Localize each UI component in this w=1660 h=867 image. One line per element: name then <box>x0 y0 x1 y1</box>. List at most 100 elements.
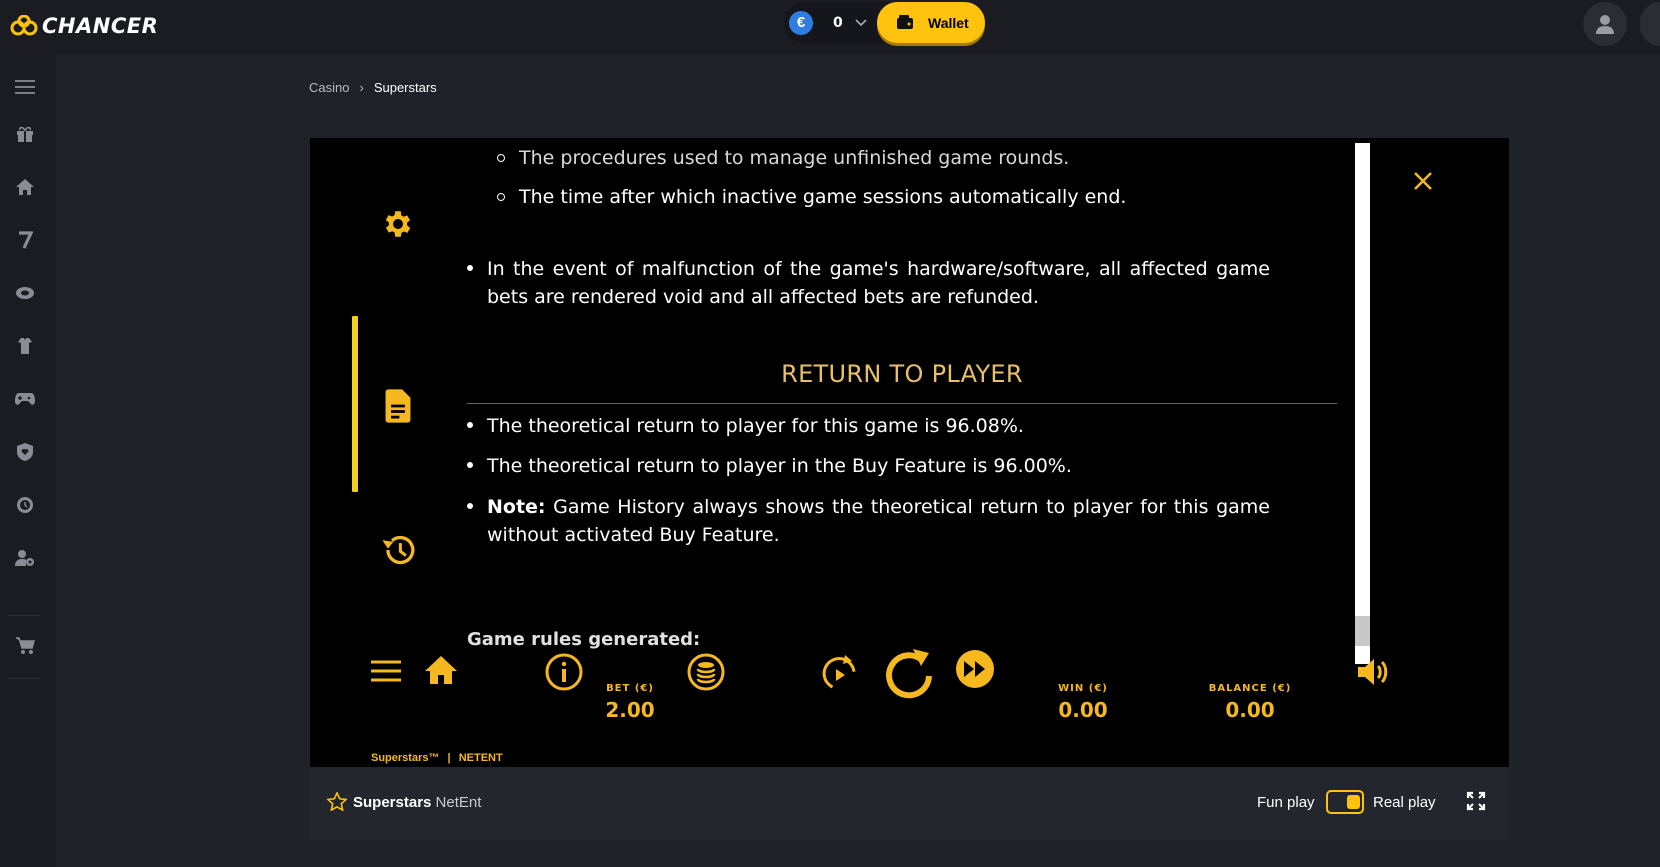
autoplay-button[interactable] <box>821 653 859 698</box>
hamburger-icon <box>371 660 401 682</box>
win-label: WIN (€) <box>1058 683 1108 694</box>
nav-slots[interactable] <box>0 223 50 257</box>
nav-shop[interactable] <box>0 629 50 663</box>
spin-icon <box>886 649 932 699</box>
breadcrumb-current: Superstars <box>373 80 437 95</box>
gear-icon <box>385 211 411 237</box>
nav-menu[interactable] <box>0 70 50 104</box>
play-mode-toggle[interactable] <box>1326 790 1364 814</box>
bet-coins-button[interactable] <box>687 653 725 696</box>
fullscreen-icon <box>1466 791 1486 811</box>
list-item: The time after which inactive game sessi… <box>497 186 1126 208</box>
favorite-button[interactable] <box>326 791 348 816</box>
history-icon <box>382 535 415 565</box>
scrollbar-thumb[interactable] <box>1355 616 1370 646</box>
spin-button[interactable] <box>883 646 935 705</box>
clock-icon <box>17 497 33 513</box>
list-item: In the event of malfunction of the game'… <box>467 255 1270 311</box>
nav-live-casino[interactable] <box>0 276 50 310</box>
nav-sports[interactable] <box>0 329 50 363</box>
wallet-label: Wallet <box>928 14 969 31</box>
settings-tab[interactable] <box>381 207 415 246</box>
game-info-bar: Superstars NetEnt Fun play Real play <box>310 767 1509 840</box>
list-item: The theoretical return to player in the … <box>467 452 1072 480</box>
gamepad-icon <box>15 393 35 405</box>
star-icon <box>326 791 348 812</box>
rules-content[interactable]: The procedures used to manage unfinished… <box>467 138 1337 650</box>
close-icon <box>1414 172 1432 190</box>
coins-icon <box>687 653 725 691</box>
user-icon <box>1596 15 1614 34</box>
info-icon <box>545 653 583 691</box>
chip-icon <box>16 287 34 299</box>
history-tab[interactable] <box>381 533 417 572</box>
active-tab-indicator <box>352 316 358 492</box>
menu-edge[interactable] <box>1640 2 1660 46</box>
rules-generated-label: Game rules generated: <box>467 629 701 650</box>
shield-heart-icon <box>17 443 33 461</box>
nav-promotions[interactable] <box>0 117 50 151</box>
win-value: 0.00 <box>1058 698 1108 722</box>
list-item: The theoretical return to player for thi… <box>467 412 1024 440</box>
close-button[interactable] <box>1413 171 1433 196</box>
breadcrumb: Casino › Superstars <box>309 80 437 95</box>
info-button[interactable] <box>545 653 583 696</box>
section-title: RETURN TO PLAYER <box>781 360 1023 388</box>
balance-value: 0 <box>833 14 843 31</box>
bullet <box>467 422 473 428</box>
nav-safety[interactable] <box>0 435 50 469</box>
bet-value: 2.00 <box>605 698 655 722</box>
section-divider <box>467 403 1337 404</box>
jersey-icon <box>18 338 32 354</box>
scrollbar-track[interactable] <box>1355 143 1370 664</box>
game-balance-label: BALANCE (€) <box>1208 683 1292 694</box>
wallet-icon <box>897 15 913 29</box>
game-balance-value: 0.00 <box>1225 698 1275 722</box>
game-branding: Superstars™ | NETENT <box>371 752 503 764</box>
list-item: Note: Game History always shows the theo… <box>467 493 1270 549</box>
chancer-logo[interactable]: CHANCER <box>10 11 158 41</box>
bullet <box>467 503 473 509</box>
seven-icon <box>19 231 33 249</box>
chevron-down-icon <box>855 18 867 26</box>
real-play-label: Real play <box>1373 794 1436 811</box>
chevron-right-icon: › <box>359 80 364 95</box>
nav-games[interactable] <box>0 382 50 416</box>
cart-icon <box>16 637 35 654</box>
bullet <box>467 265 473 271</box>
game-title: Superstars NetEnt <box>353 794 482 811</box>
fun-play-label: Fun play <box>1257 794 1315 811</box>
fast-forward-icon <box>956 650 994 688</box>
game-home-button[interactable] <box>424 655 458 690</box>
top-bar: CHANCER € 0 Wallet <box>0 0 1660 55</box>
game-frame[interactable]: The procedures used to manage unfinished… <box>310 138 1509 767</box>
note-label: Note: <box>487 496 546 518</box>
nav-divider <box>8 678 40 679</box>
gift-icon <box>17 126 33 142</box>
nav-home[interactable] <box>0 170 50 204</box>
toggle-knob <box>1347 795 1360 809</box>
sound-button[interactable] <box>1356 656 1390 693</box>
breadcrumb-casino-link[interactable]: Casino <box>309 80 349 95</box>
user-avatar-button[interactable] <box>1583 2 1627 46</box>
wallet-button[interactable]: Wallet <box>877 2 985 43</box>
fullscreen-button[interactable] <box>1466 791 1486 816</box>
nav-divider <box>8 615 40 616</box>
rules-tab[interactable] <box>381 388 415 429</box>
user-settings-icon <box>15 550 34 566</box>
turbo-button[interactable] <box>955 649 995 694</box>
bet-label: BET (€) <box>606 683 654 694</box>
speaker-icon <box>1358 659 1388 685</box>
document-icon <box>385 389 411 423</box>
home-icon <box>425 656 457 684</box>
bullet <box>467 462 473 468</box>
hamburger-icon <box>15 80 35 94</box>
euro-icon: € <box>789 10 813 35</box>
bullet <box>497 193 505 201</box>
game-menu-button[interactable] <box>370 659 402 688</box>
note-text: Game History always shows the theoretica… <box>487 496 1270 546</box>
logo-icon <box>10 15 38 36</box>
nav-time[interactable] <box>0 488 50 522</box>
nav-account[interactable] <box>0 541 50 575</box>
side-nav <box>0 55 56 867</box>
